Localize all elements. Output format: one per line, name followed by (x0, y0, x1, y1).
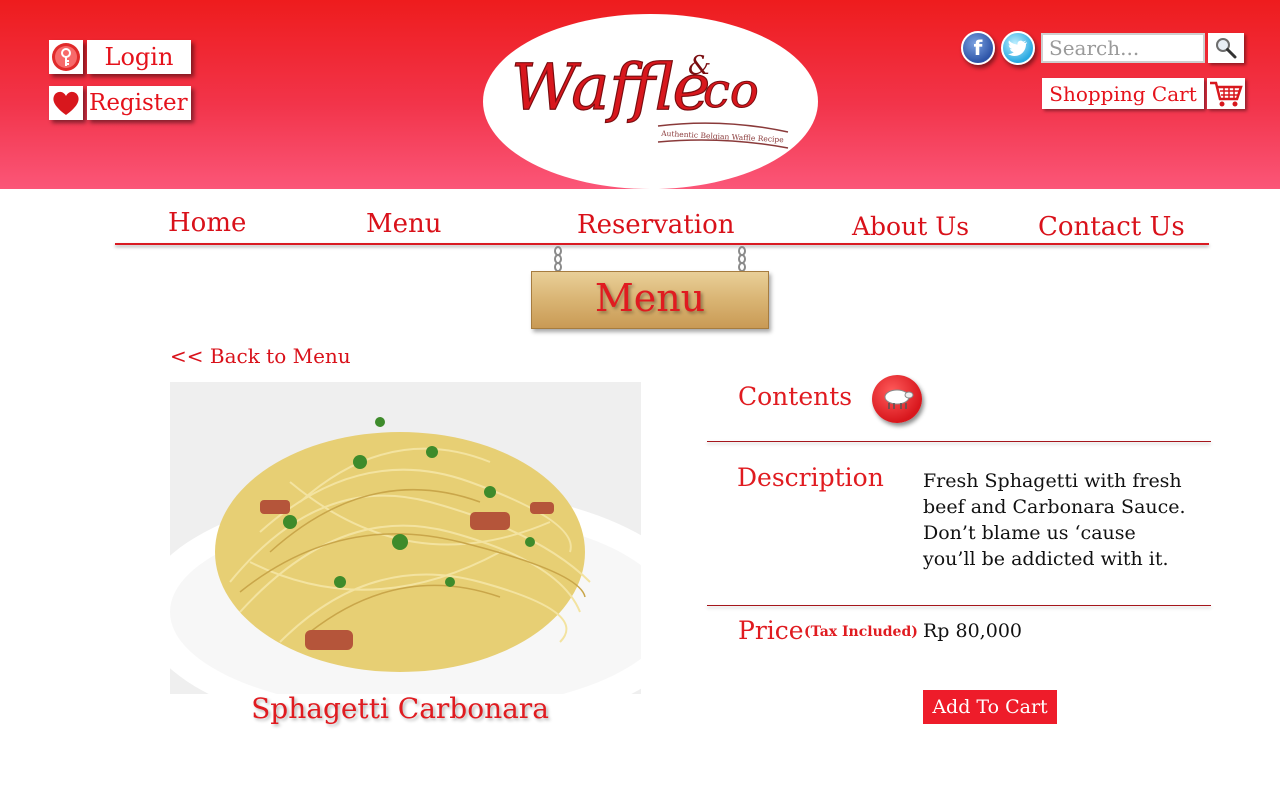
description-label: Description (737, 463, 884, 492)
price-value: Rp 80,000 (923, 620, 1022, 642)
shopping-cart-button[interactable]: Shopping Cart (1042, 78, 1245, 109)
cart-icon (1207, 78, 1245, 109)
add-to-cart-button[interactable]: Add To Cart (923, 690, 1057, 724)
nav-about-us[interactable]: About Us (852, 212, 969, 241)
key-icon (49, 40, 83, 74)
register-label: Register (87, 86, 191, 120)
description-text: Fresh Sphagetti with fresh beef and Carb… (923, 470, 1186, 570)
price-note: (Tax Included) (804, 624, 918, 640)
register-button[interactable]: Register (49, 86, 191, 120)
facebook-icon[interactable]: f (961, 31, 995, 65)
dish-photo (170, 382, 641, 694)
logo[interactable]: Waffle & co Authentic Belgian Waffle Rec… (483, 14, 818, 189)
price-label: Price (738, 616, 804, 645)
search-icon (1216, 38, 1237, 59)
login-label: Login (87, 40, 191, 74)
header-banner: Login Register Waffle & co Authentic Bel… (0, 0, 1280, 189)
nav-reservation[interactable]: Reservation (577, 210, 734, 240)
back-to-menu-link[interactable]: << Back to Menu (170, 344, 351, 368)
page-title: Menu (594, 276, 706, 320)
logo-tagline: Authentic Belgian Waffle Recipe (660, 129, 784, 144)
dish-name: Sphagetti Carbonara (251, 692, 549, 725)
nav-home[interactable]: Home (168, 208, 246, 238)
search-input[interactable] (1041, 33, 1205, 63)
sheep-icon (872, 375, 922, 423)
section-sign: Menu (531, 246, 769, 332)
contents-label: Contents (738, 382, 853, 411)
shopping-cart-label: Shopping Cart (1042, 78, 1204, 109)
divider-line (707, 441, 1211, 442)
nav-contact-us[interactable]: Contact Us (1038, 212, 1185, 242)
divider-line (707, 605, 1211, 606)
nav-menu[interactable]: Menu (366, 209, 442, 239)
logo-co: co (703, 63, 759, 119)
heart-icon (49, 86, 83, 120)
nav-underline (115, 243, 1209, 245)
search-button[interactable] (1208, 33, 1244, 63)
logo-wordmark: Waffle (511, 51, 710, 125)
login-button[interactable]: Login (49, 40, 191, 74)
twitter-icon[interactable] (1001, 31, 1035, 65)
